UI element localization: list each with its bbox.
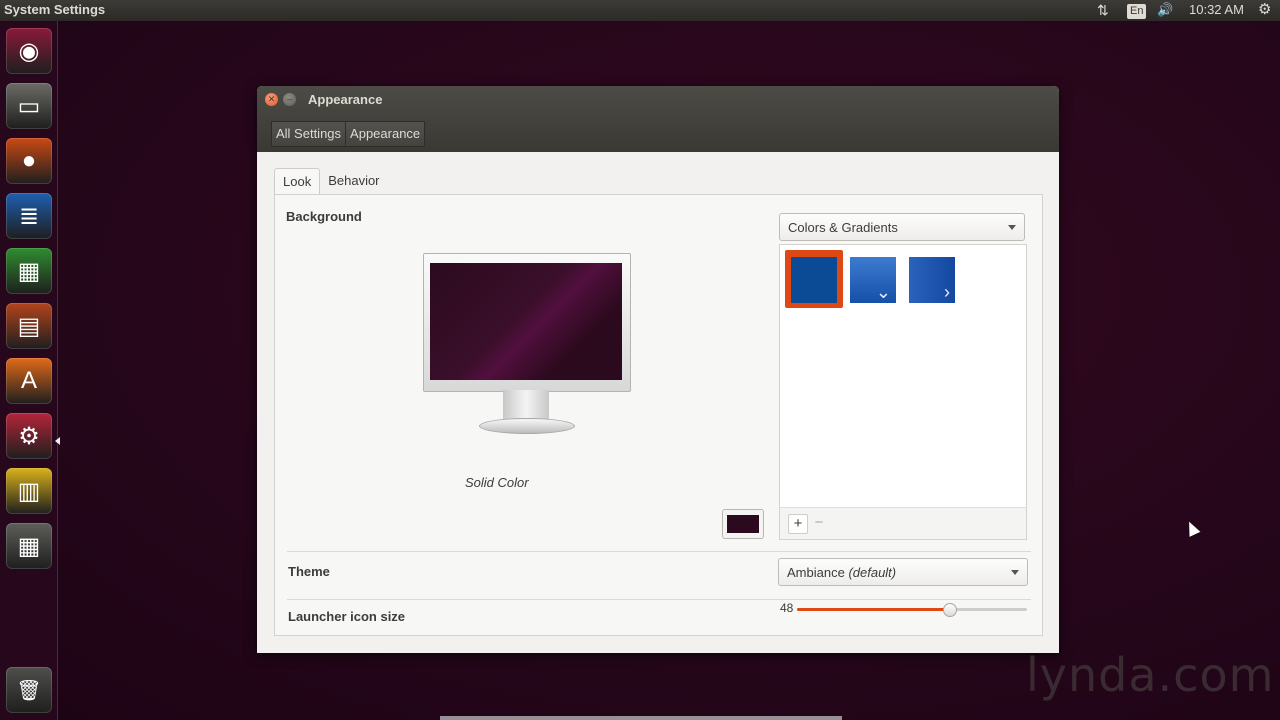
tab-bar: Look Behavior	[274, 168, 388, 195]
monitor-base	[479, 418, 575, 434]
background-caption: Solid Color	[465, 475, 529, 490]
slider-fill	[797, 608, 949, 611]
writer-document-icon: ≣	[18, 202, 40, 230]
launcher-trash[interactable]: 🗑	[6, 667, 52, 713]
tab-behavior[interactable]: Behavior	[320, 168, 387, 194]
launcher-dash-home[interactable]: ◉	[6, 28, 52, 74]
color-picker-button[interactable]	[722, 509, 764, 539]
network-transfer-icon[interactable]: ⇅	[1097, 2, 1109, 19]
background-source-value: Colors & Gradients	[788, 220, 898, 235]
close-icon[interactable]: ✕	[265, 93, 278, 106]
minimize-icon[interactable]: –	[283, 93, 296, 106]
launcher-software-center[interactable]: A	[6, 358, 52, 404]
tab-look[interactable]: Look	[274, 168, 321, 195]
breadcrumb-all-settings[interactable]: All Settings	[271, 121, 347, 147]
swatch-solid[interactable]	[791, 257, 837, 303]
theme-dropdown[interactable]: Ambiance (default)	[778, 558, 1028, 586]
archive-manager-icon: ▥	[17, 477, 41, 505]
chevron-down-icon: ⌄	[875, 282, 891, 302]
software-center-bag-icon: A	[20, 367, 37, 394]
top-panel: System Settings ⇅ En 🔊 10:32 AM ⚙	[0, 0, 1280, 21]
gallery-toolbar: + −	[779, 507, 1027, 540]
theme-value: Ambiance	[787, 565, 845, 580]
launcher-icon-size-label: Launcher icon size	[288, 609, 406, 624]
impress-presentation-icon: ▤	[17, 312, 41, 340]
file-cabinet-icon: ▭	[17, 92, 41, 120]
calc-spreadsheet-icon: ▦	[17, 257, 41, 285]
background-label: Background	[286, 209, 362, 224]
monitor-screen-preview	[430, 263, 622, 380]
ubuntu-logo-icon: ◉	[18, 37, 40, 65]
divider	[287, 599, 1031, 600]
breadcrumb-appearance[interactable]: Appearance	[346, 121, 426, 147]
background-preview-monitor	[423, 253, 631, 443]
settings-gear-wrench-icon: ⚙	[18, 422, 40, 450]
active-app-title: System Settings	[4, 2, 106, 17]
keyboard-layout-indicator[interactable]: En	[1127, 2, 1147, 19]
window-title: Appearance	[308, 92, 383, 107]
theme-value-suffix: (default)	[848, 565, 897, 580]
add-background-button[interactable]: +	[788, 514, 808, 534]
swatch-horizontal-gradient[interactable]: ›	[909, 257, 955, 303]
volume-icon[interactable]: 🔊	[1157, 2, 1173, 18]
window-titlebar[interactable]: ✕ – Appearance All Settings Appearance	[257, 86, 1059, 152]
launcher-archive-manager[interactable]: ▥	[6, 468, 52, 514]
monitor-frame	[423, 253, 631, 392]
clock[interactable]: 10:32 AM	[1189, 2, 1244, 17]
launcher-system-settings[interactable]: ⚙	[6, 413, 52, 459]
window-content: Look Behavior Background Solid Color Col…	[257, 152, 1059, 653]
firefox-icon: ●	[21, 147, 37, 174]
remove-background-button[interactable]: −	[810, 514, 828, 532]
launcher: ◉ ▭ ● ≣ ▦ ▤ A ⚙ ▥ ▦ 🗑	[0, 21, 58, 720]
theme-label: Theme	[288, 564, 330, 579]
look-panel: Background Solid Color Colors & Gradient…	[274, 194, 1043, 636]
launcher-libreoffice-calc[interactable]: ▦	[6, 248, 52, 294]
chevron-down-icon	[1011, 570, 1019, 575]
session-gear-icon[interactable]: ⚙	[1258, 0, 1271, 18]
trash-icon: 🗑	[16, 679, 42, 702]
launcher-calculator[interactable]: ▦	[6, 523, 52, 569]
divider	[287, 551, 1031, 552]
launcher-icon-size-slider[interactable]	[797, 603, 1027, 617]
background-gallery: ⌄ ›	[779, 244, 1027, 508]
launcher-libreoffice-impress[interactable]: ▤	[6, 303, 52, 349]
chevron-down-icon	[1008, 225, 1016, 230]
lynda-watermark: lynda.com	[1026, 648, 1275, 702]
selected-color-swatch	[727, 515, 759, 533]
chevron-right-icon: ›	[944, 282, 950, 302]
screen-edge-strip	[440, 716, 842, 720]
appearance-window: ✕ – Appearance All Settings Appearance L…	[257, 86, 1059, 653]
slider-handle[interactable]	[942, 603, 957, 617]
launcher-icon-size-value: 48	[780, 601, 794, 615]
calculator-icon: ▦	[17, 532, 41, 560]
breadcrumb: All Settings Appearance	[271, 121, 426, 147]
active-app-indicator	[55, 437, 60, 445]
background-source-dropdown[interactable]: Colors & Gradients	[779, 213, 1025, 241]
swatch-vertical-gradient[interactable]: ⌄	[850, 257, 896, 303]
launcher-files[interactable]: ▭	[6, 83, 52, 129]
launcher-libreoffice-writer[interactable]: ≣	[6, 193, 52, 239]
launcher-firefox[interactable]: ●	[6, 138, 52, 184]
